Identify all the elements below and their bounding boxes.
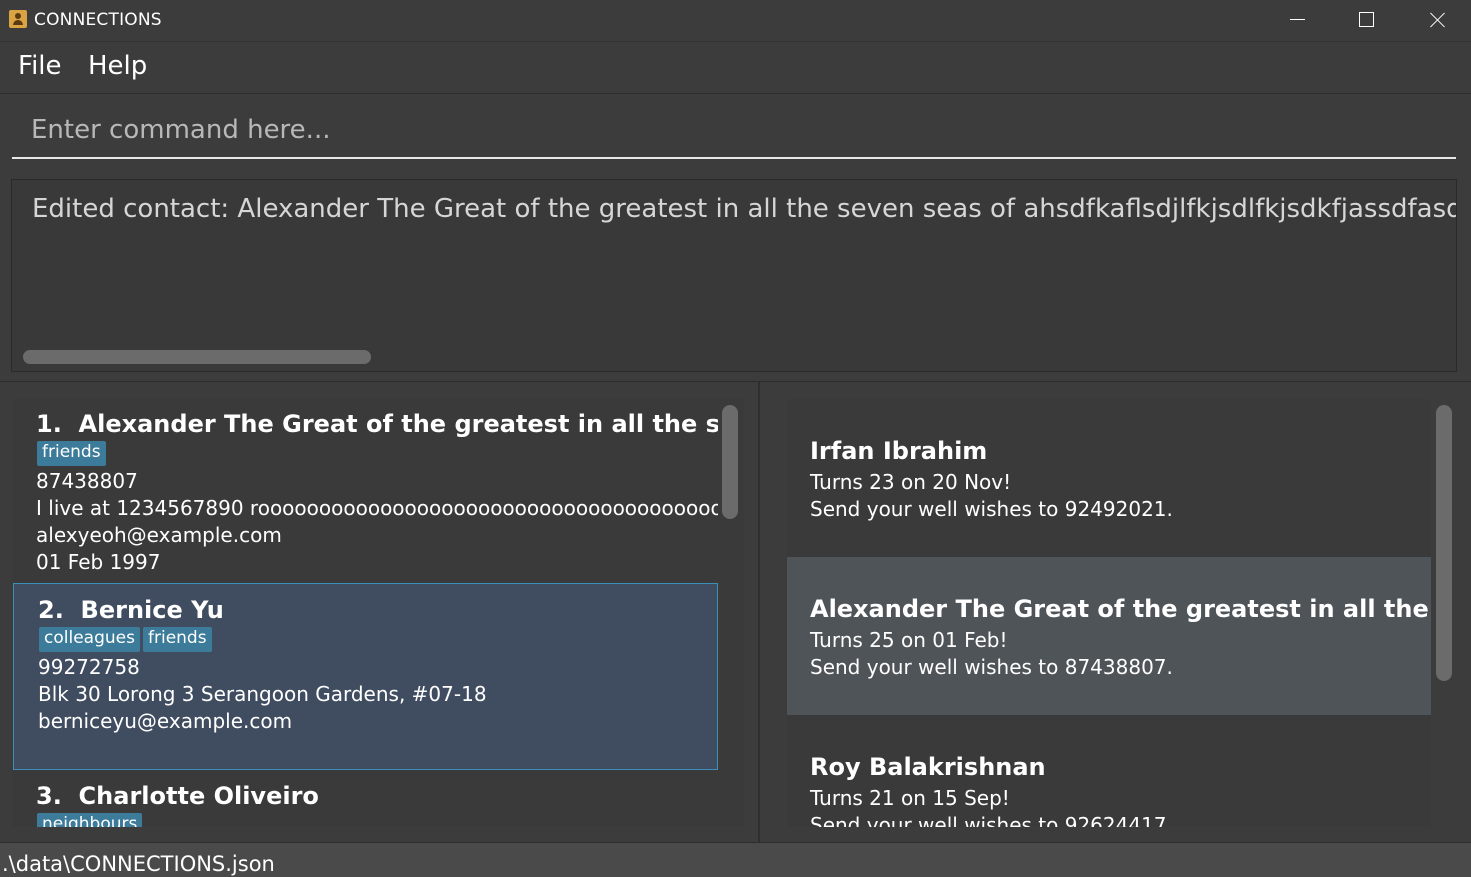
birthday-card[interactable]: Irfan Ibrahim Turns 23 on 20 Nov! Send y… xyxy=(787,399,1431,557)
contact-address: Blk 30 Lorong 3 Serangoon Gardens, #07-1… xyxy=(38,682,487,706)
contact-phone: 99272758 xyxy=(38,655,140,679)
command-input[interactable] xyxy=(12,103,1456,157)
minimize-button[interactable] xyxy=(1263,0,1333,40)
birthday-card[interactable]: Alexander The Great of the greatest in a… xyxy=(787,557,1431,715)
contact-email: berniceyu@example.com xyxy=(38,709,293,733)
split-divider[interactable] xyxy=(758,382,760,842)
contact-book-icon xyxy=(9,10,27,28)
title-bar: CONNECTIONS xyxy=(0,0,1471,42)
contact-phone: 87438807 xyxy=(36,469,138,493)
contact-card-selected[interactable]: 2. Bernice Yu colleagues friends 9927275… xyxy=(13,583,718,770)
menu-file[interactable]: File xyxy=(18,51,62,81)
contact-name: Alexander The Great of the greatest in a… xyxy=(78,410,718,438)
tag-badge: neighbours xyxy=(37,813,143,827)
tag-badge: friends xyxy=(143,627,212,652)
save-file-path: .\data\CONNECTIONS.json xyxy=(2,852,275,876)
contact-birthday: 01 Feb 1997 xyxy=(36,550,161,574)
birthday-list: Irfan Ibrahim Turns 23 on 20 Nov! Send y… xyxy=(787,399,1431,827)
tag-badge: colleagues xyxy=(39,627,140,652)
contact-email: alexyeoh@example.com xyxy=(36,523,282,547)
contact-address: I live at 1234567890 roooooooooooooooooo… xyxy=(36,496,718,520)
maximize-button[interactable] xyxy=(1332,0,1402,40)
contact-card[interactable]: 1. Alexander The Great of the greatest i… xyxy=(13,398,718,583)
contact-card[interactable]: 3. Charlotte Oliveiro neighbours xyxy=(13,770,718,827)
birthday-wishes: Send your well wishes to 92492021. xyxy=(810,497,1173,521)
birthday-list-scrollbar[interactable] xyxy=(1436,405,1452,681)
birthday-turns: Turns 23 on 20 Nov! xyxy=(810,470,1012,494)
contact-name: Bernice Yu xyxy=(80,596,224,624)
birthday-name: Irfan Ibrahim xyxy=(810,437,988,465)
contact-list-scrollbar[interactable] xyxy=(722,405,738,519)
contact-index: 1. xyxy=(36,410,62,438)
birthday-name: Alexander The Great of the greatest in a… xyxy=(810,595,1431,623)
birthday-turns: Turns 21 on 15 Sep! xyxy=(810,786,1010,810)
contact-list: 1. Alexander The Great of the greatest i… xyxy=(13,398,718,827)
contact-index: 2. xyxy=(38,596,64,624)
result-horizontal-scrollbar[interactable] xyxy=(23,350,371,364)
birthday-wishes: Send your well wishes to 92624417. xyxy=(810,813,1173,827)
birthday-turns: Turns 25 on 01 Feb! xyxy=(810,628,1008,652)
contact-name: Charlotte Oliveiro xyxy=(78,782,319,810)
status-bar: .\data\CONNECTIONS.json xyxy=(0,842,1471,877)
tag-badge: friends xyxy=(37,441,106,466)
result-display: Edited contact: Alexander The Great of t… xyxy=(11,179,1457,372)
close-button[interactable] xyxy=(1402,0,1471,40)
birthday-card[interactable]: Roy Balakrishnan Turns 21 on 15 Sep! Sen… xyxy=(787,715,1431,827)
result-text: Edited contact: Alexander The Great of t… xyxy=(32,194,1457,224)
birthday-wishes: Send your well wishes to 87438807. xyxy=(810,655,1173,679)
panel-divider xyxy=(0,381,1471,382)
menu-bar: File Help xyxy=(0,43,1471,94)
birthday-name: Roy Balakrishnan xyxy=(810,753,1046,781)
contact-index: 3. xyxy=(36,782,62,810)
command-box xyxy=(12,103,1456,159)
window-title: CONNECTIONS xyxy=(34,10,162,30)
menu-help[interactable]: Help xyxy=(88,51,147,81)
